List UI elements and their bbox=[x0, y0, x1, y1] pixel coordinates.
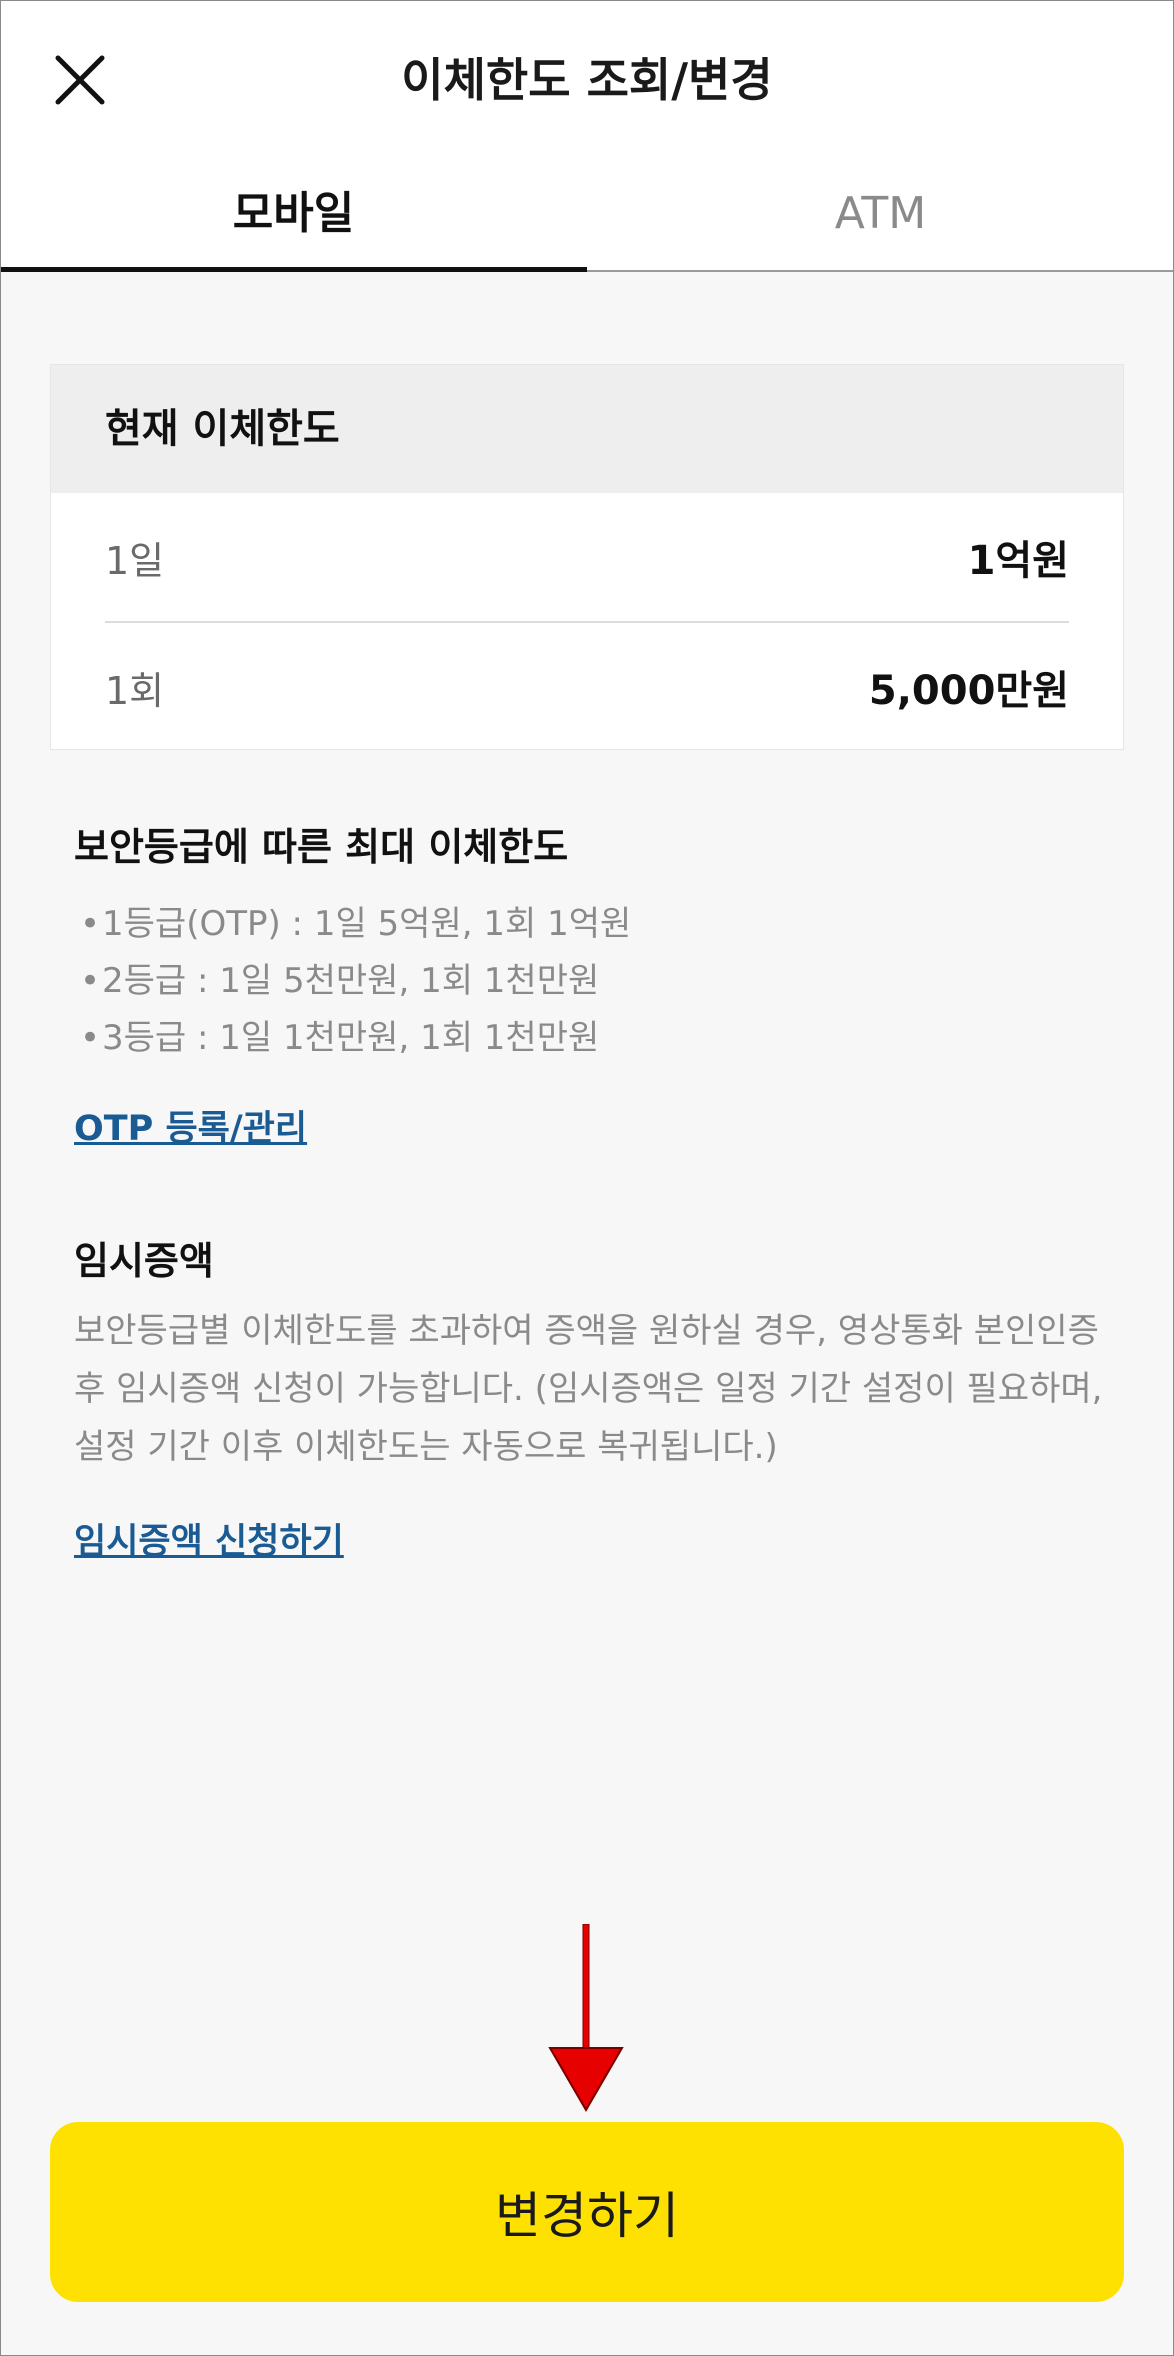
limit-row-daily: 1일 1억원 bbox=[105, 493, 1069, 623]
page-title: 이체한도 조회/변경 bbox=[401, 53, 773, 107]
temporary-increase-title: 임시증액 bbox=[74, 1239, 214, 1283]
limit-row-value: 1억원 bbox=[967, 538, 1069, 584]
security-level-title: 보안등급에 따른 최대 이체한도 bbox=[74, 825, 569, 869]
down-arrow-icon bbox=[548, 1924, 624, 2112]
tab-mobile[interactable]: 모바일 bbox=[0, 166, 587, 272]
tab-bar: 모바일 ATM bbox=[0, 166, 1174, 272]
current-limit-card: 현재 이체한도 1일 1억원 1회 5,000만원 bbox=[50, 364, 1124, 750]
limit-row-label: 1회 bbox=[105, 668, 165, 713]
limit-row-per-transaction: 1회 5,000만원 bbox=[105, 623, 1069, 751]
security-level-list: •1등급(OTP) : 1일 5억원, 1회 1억원 •2등급 : 1일 5천만… bbox=[80, 896, 1080, 1067]
list-item: •1등급(OTP) : 1일 5억원, 1회 1억원 bbox=[80, 904, 632, 944]
limit-row-label: 1일 bbox=[105, 538, 165, 583]
list-item: •3등급 : 1일 1천만원, 1회 1천만원 bbox=[80, 1018, 600, 1058]
change-button[interactable]: 변경하기 bbox=[50, 2122, 1124, 2302]
list-item-text: 2등급 : 1일 5천만원, 1회 1천만원 bbox=[102, 961, 600, 1001]
list-item-text: 1등급(OTP) : 1일 5억원, 1회 1억원 bbox=[102, 904, 632, 944]
current-limit-heading: 현재 이체한도 bbox=[51, 365, 1123, 493]
limit-row-value: 5,000만원 bbox=[868, 668, 1069, 714]
app-header: 이체한도 조회/변경 모바일 ATM bbox=[0, 0, 1174, 272]
list-item-text: 3등급 : 1일 1천만원, 1회 1천만원 bbox=[102, 1018, 600, 1058]
tab-atm[interactable]: ATM bbox=[587, 166, 1174, 270]
otp-manage-link[interactable]: OTP 등록/관리 bbox=[74, 1100, 307, 1151]
list-item: •2등급 : 1일 5천만원, 1회 1천만원 bbox=[80, 961, 600, 1001]
temporary-increase-description: 보안등급별 이체한도를 초과하여 증액을 원하실 경우, 영상통화 본인인증 후… bbox=[74, 1311, 1103, 1467]
temporary-increase-link[interactable]: 임시증액 신청하기 bbox=[74, 1513, 344, 1564]
